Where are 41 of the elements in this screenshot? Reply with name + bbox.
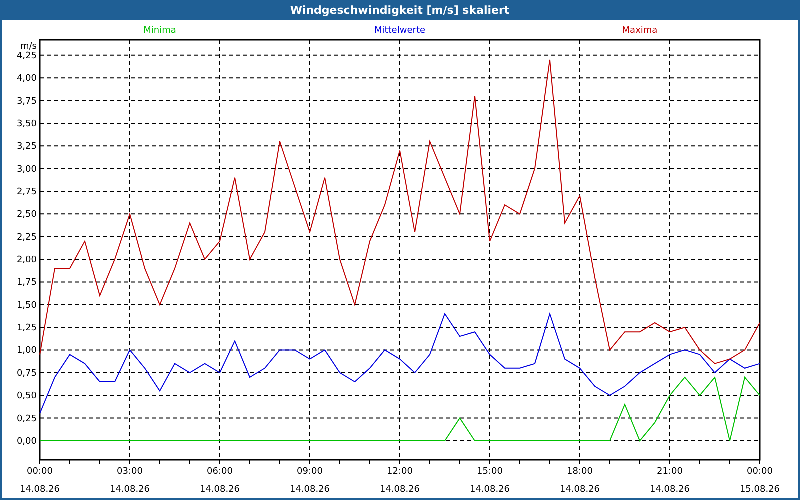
legend-label: Minima — [144, 26, 176, 36]
axis-label: 1,00 — [16, 346, 37, 356]
axis-label: 12:00 — [387, 467, 413, 477]
axis-label: 15.08.26 — [740, 485, 780, 495]
axis-label: 00:00 — [27, 467, 53, 477]
legend-label: Maxima — [622, 26, 658, 36]
axis-label: 14.08.26 — [200, 485, 240, 495]
axis-label: 4,25 — [16, 51, 37, 62]
axis-label: 21:00 — [657, 467, 683, 477]
axis-label: 4,00 — [16, 74, 37, 84]
axis-label: 18:00 — [567, 467, 593, 477]
axis-label: 3,50 — [16, 119, 37, 130]
axis-label: 3,75 — [16, 96, 37, 107]
axis-label: 2,50 — [16, 210, 37, 220]
axis-label: 3,25 — [16, 142, 37, 152]
axis-label: 14.08.26 — [290, 485, 330, 495]
axis-label: 3,00 — [16, 164, 37, 175]
axis-label: 0,00 — [16, 436, 37, 447]
axis-label: 14.08.26 — [560, 485, 600, 495]
legend-label: Mittelwerte — [374, 26, 426, 36]
axis-label: 14.08.26 — [650, 485, 690, 495]
axis-label: 1,25 — [16, 324, 37, 334]
axis-label: 2,25 — [16, 232, 37, 243]
axis-label: 0,50 — [16, 392, 37, 402]
axis-label: 1,75 — [16, 278, 37, 288]
axis-label: 14.08.26 — [380, 485, 420, 495]
axis-label: 2,75 — [16, 188, 37, 198]
axis-label: 1,50 — [16, 300, 37, 311]
axis-label: 0,75 — [16, 368, 37, 379]
axis-label: 14.08.26 — [470, 485, 510, 495]
axis-label: 2,00 — [16, 256, 37, 266]
axis-label: 0,25 — [16, 414, 37, 424]
axis-label: 14.08.26 — [110, 485, 150, 495]
window-title: Windgeschwindigkeit [m/s] skaliert — [290, 4, 510, 16]
axis-unit-label: m/s — [20, 42, 37, 52]
axis-label: 03:00 — [117, 467, 143, 477]
axis-label: 15:00 — [477, 467, 503, 477]
axis-label: 06:00 — [207, 467, 233, 477]
axis-label: 14.08.26 — [20, 485, 60, 495]
axis-label: 09:00 — [297, 467, 323, 477]
axis-label: 00:00 — [747, 467, 773, 477]
